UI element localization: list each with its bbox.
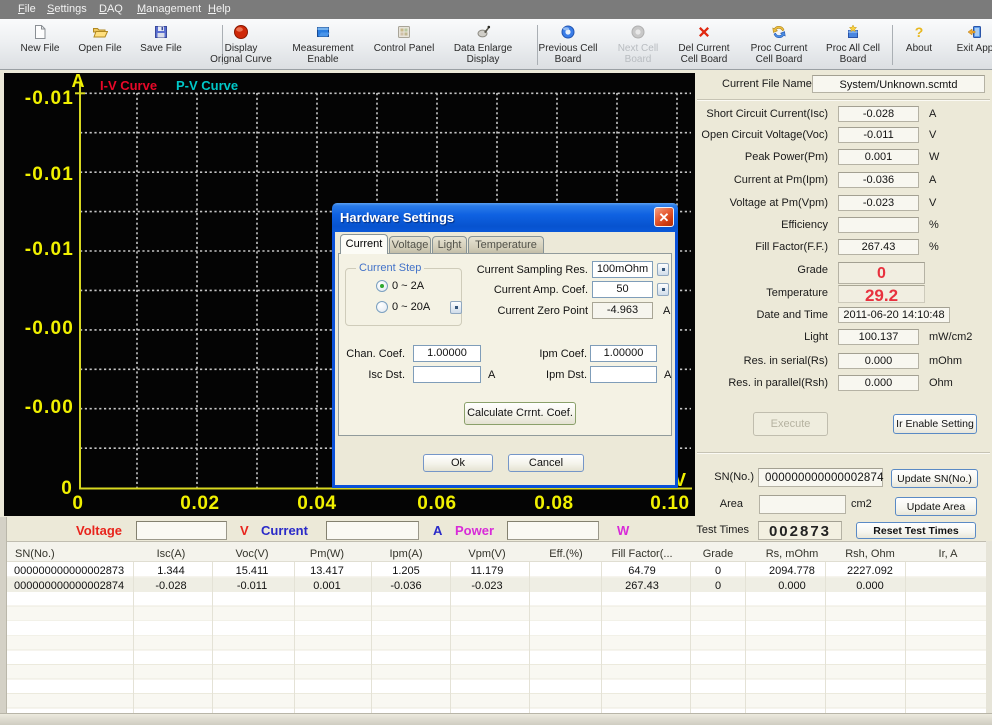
svg-text:A: A (72, 73, 85, 91)
svg-text:P-V Curve: P-V Curve (176, 78, 238, 93)
svg-text:?: ? (915, 24, 924, 40)
svg-text:-0.01: -0.01 (25, 164, 74, 185)
svg-text:-0.00: -0.00 (25, 318, 74, 339)
svg-text:0: 0 (61, 478, 73, 499)
svg-text:0.10: 0.10 (650, 493, 689, 514)
svg-text:-0.01: -0.01 (25, 239, 74, 260)
svg-text:0.04: 0.04 (297, 493, 336, 514)
svg-text:I-V Curve: I-V Curve (100, 78, 157, 93)
svg-text:-0.01: -0.01 (25, 88, 74, 109)
svg-text:-0.00: -0.00 (25, 397, 74, 418)
svg-text:0.06: 0.06 (417, 493, 456, 514)
svg-text:0.02: 0.02 (180, 493, 219, 514)
svg-text:0: 0 (72, 493, 83, 514)
svg-text:0.08: 0.08 (534, 493, 573, 514)
